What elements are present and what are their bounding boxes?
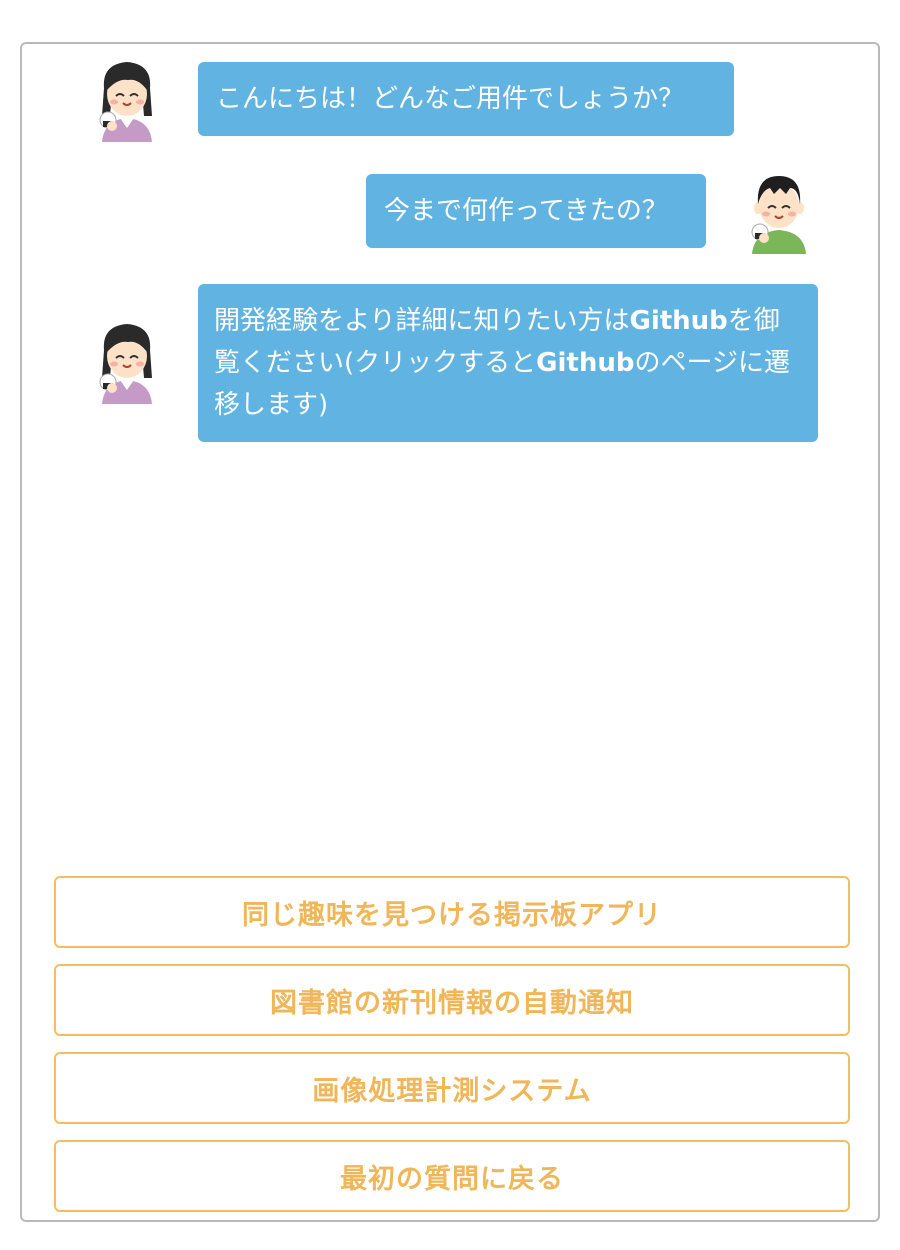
bot-avatar-icon <box>92 58 162 142</box>
github-link[interactable]: Github <box>629 306 727 336</box>
message-text: 今まで何作ってきたの？ <box>384 196 668 226</box>
bot-avatar-icon <box>92 320 162 404</box>
github-link[interactable]: Github <box>536 348 634 378</box>
choice-button-bulletin-board-app[interactable]: 同じ趣味を見つける掲示板アプリ <box>54 876 850 948</box>
user-message-bubble: 今まで何作ってきたの？ <box>366 174 706 248</box>
message-text: 開発経験をより詳細に知りたい方は <box>214 306 630 336</box>
choice-button-image-processing-system[interactable]: 画像処理計測システム <box>54 1052 850 1124</box>
bot-message-bubble: こんにちは！どんなご用件でしょうか？ <box>198 62 734 136</box>
user-avatar-icon <box>744 170 814 254</box>
message-text: こんにちは！どんなご用件でしょうか？ <box>216 84 685 114</box>
back-to-first-question-button[interactable]: 最初の質問に戻る <box>54 1140 850 1212</box>
bot-message-bubble: 開発経験をより詳細に知りたい方はGithubを御覧ください(クリックするとGit… <box>198 284 818 442</box>
choice-button-library-notification[interactable]: 図書館の新刊情報の自動通知 <box>54 964 850 1036</box>
